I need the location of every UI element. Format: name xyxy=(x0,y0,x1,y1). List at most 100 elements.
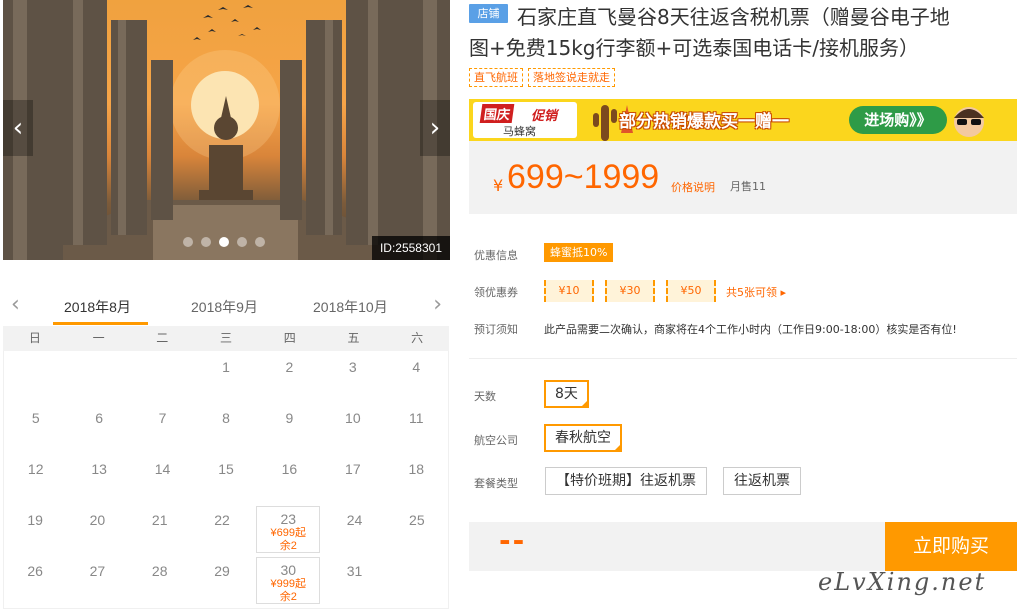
active-month-underline xyxy=(53,322,148,325)
day-number: 24 xyxy=(346,512,363,528)
calendar-day: 8 xyxy=(194,402,257,453)
price-explain-link[interactable]: 价格说明 xyxy=(671,179,715,195)
chevron-right-icon[interactable]: › xyxy=(420,100,450,156)
calendar-day: 28 xyxy=(129,555,191,606)
price-range: 699~1999 xyxy=(507,158,660,196)
chevron-right-icon[interactable]: › xyxy=(433,292,442,317)
calendar-day: 25 xyxy=(386,504,448,555)
day-number: 28 xyxy=(151,563,168,579)
booking-notice: 此产品需要二次确认，商家将在4个工作小时内（工作日9:00-18:00）核实是否… xyxy=(544,323,957,336)
product-title-line2: 图+免费15kg行李额+可选泰国电话卡/接机服务） xyxy=(469,36,919,60)
calendar-day: 1 xyxy=(194,351,257,402)
watermark-logo: eLvXing.net xyxy=(818,568,987,596)
day-number: 16 xyxy=(281,461,298,477)
calendar-day: 27 xyxy=(66,555,128,606)
day-number: 14 xyxy=(154,461,171,477)
calendar-day: 22 xyxy=(191,504,253,555)
coupon-50[interactable]: ¥50 xyxy=(666,280,716,302)
weekday-header: 五 xyxy=(347,331,360,345)
promo-label: 优惠信息 xyxy=(474,249,518,262)
day-price: ¥699起 xyxy=(270,527,306,539)
day-number: 11 xyxy=(408,410,424,426)
calendar-day: 21 xyxy=(129,504,191,555)
promo-banner[interactable]: 国庆 促销 马蜂窝 部分热销爆款买一赠一 进场购》》 xyxy=(469,99,1017,141)
day-stock: 余2 xyxy=(279,591,297,603)
day-number: 8 xyxy=(222,410,230,426)
day-number: 2 xyxy=(285,359,294,375)
coupon-label: 领优惠券 xyxy=(474,286,518,299)
option-days-8[interactable]: 8天 xyxy=(544,380,589,408)
product-title-line1: 石家庄直飞曼谷8天往返含税机票（赠曼谷电子地 xyxy=(517,5,950,29)
calendar-week-row: 12 13 14 15 16 17 18 xyxy=(4,453,448,504)
month-tab-sep[interactable]: 2018年9月 xyxy=(191,297,258,317)
gallery-dot[interactable] xyxy=(255,237,265,247)
day-number: 15 xyxy=(218,461,234,477)
option-package-special[interactable]: 【特价班期】往返机票 xyxy=(545,467,707,495)
total-price-placeholder: -- xyxy=(499,524,527,557)
coupon-more-link[interactable]: 共5张可领 ▸ xyxy=(726,284,786,300)
calendar-day: 6 xyxy=(67,402,130,453)
gallery-dot-active[interactable] xyxy=(219,237,229,247)
day-number: 7 xyxy=(158,410,167,426)
day-number: 12 xyxy=(27,461,44,477)
buy-now-button[interactable]: 立即购买 xyxy=(885,522,1017,571)
day-number: 21 xyxy=(151,512,168,528)
day-number: 19 xyxy=(27,512,43,528)
package-label: 套餐类型 xyxy=(474,477,518,490)
banner-cta-button[interactable]: 进场购》》 xyxy=(849,106,947,134)
weekday-header: 四 xyxy=(283,331,296,345)
calendar-day: 14 xyxy=(131,453,194,504)
day-price: ¥999起 xyxy=(270,578,306,590)
calendar-day: 3 xyxy=(321,351,384,402)
gallery-dot[interactable] xyxy=(183,237,193,247)
calendar-week-row: 5 6 7 8 9 10 11 xyxy=(4,402,448,453)
monthly-sales: 月售11 xyxy=(730,180,766,193)
gallery-dot[interactable] xyxy=(237,237,247,247)
calendar-day: 17 xyxy=(321,453,384,504)
calendar-day-available[interactable]: 23 ¥699起 余2 xyxy=(256,506,321,553)
weekday-header: 二 xyxy=(156,331,169,345)
tag-visa-on-arrival: 落地签说走就走 xyxy=(528,68,615,87)
gallery-dot[interactable] xyxy=(201,237,211,247)
banner-logo: 国庆 促销 马蜂窝 xyxy=(473,102,577,138)
day-number: 25 xyxy=(409,512,425,528)
calendar-day: 2 xyxy=(258,351,321,402)
calendar-grid: 1 2 3 4 5 6 7 8 9 10 11 12 13 14 15 16 17 18 19 20 21 22 23 ¥69… xyxy=(3,351,449,609)
day-number: 23 xyxy=(280,511,297,527)
calendar-day: 19 xyxy=(4,504,66,555)
day-number: 17 xyxy=(345,461,361,477)
airline-label: 航空公司 xyxy=(474,434,518,447)
calendar-day: 13 xyxy=(67,453,130,504)
banner-headline: 部分热销爆款买一赠一 xyxy=(619,112,789,132)
banner-badge-a: 国庆 xyxy=(479,104,515,123)
gallery-pagination xyxy=(183,237,265,247)
calendar-day: 11 xyxy=(385,402,448,453)
day-number: 3 xyxy=(348,359,357,375)
calendar-day: 5 xyxy=(4,402,67,453)
calendar-day-available[interactable]: 30 ¥999起 余2 xyxy=(256,557,321,604)
day-number: 6 xyxy=(95,410,104,426)
day-number: 18 xyxy=(408,461,425,477)
coupon-10[interactable]: ¥10 xyxy=(544,280,594,302)
coupon-30[interactable]: ¥30 xyxy=(605,280,655,302)
shop-badge: 店铺 xyxy=(469,4,508,23)
option-airline-spring[interactable]: 春秋航空 xyxy=(544,424,622,452)
calendar-day: 29 xyxy=(191,555,253,606)
notice-label: 预订须知 xyxy=(474,323,518,336)
product-photo[interactable]: ‹ › ID:2558301 xyxy=(3,0,450,260)
calendar-day: 20 xyxy=(66,504,128,555)
banner-badge-b: 促销 xyxy=(531,109,558,124)
calendar-day: 15 xyxy=(194,453,257,504)
month-tab-oct[interactable]: 2018年10月 xyxy=(313,297,388,317)
currency-symbol: ¥ xyxy=(493,176,504,195)
chevron-left-icon[interactable]: ‹ xyxy=(11,292,20,317)
day-number: 31 xyxy=(346,563,363,579)
calendar-week-row: 1 2 3 4 xyxy=(4,351,448,402)
weekday-header: 日 xyxy=(28,331,41,345)
calendar-day: 12 xyxy=(4,453,67,504)
option-package-roundtrip[interactable]: 往返机票 xyxy=(723,467,801,495)
calendar-day: 16 xyxy=(258,453,321,504)
calendar-day xyxy=(386,555,448,606)
chevron-left-icon[interactable]: ‹ xyxy=(3,100,33,156)
month-tab-aug[interactable]: 2018年8月 xyxy=(64,297,131,317)
